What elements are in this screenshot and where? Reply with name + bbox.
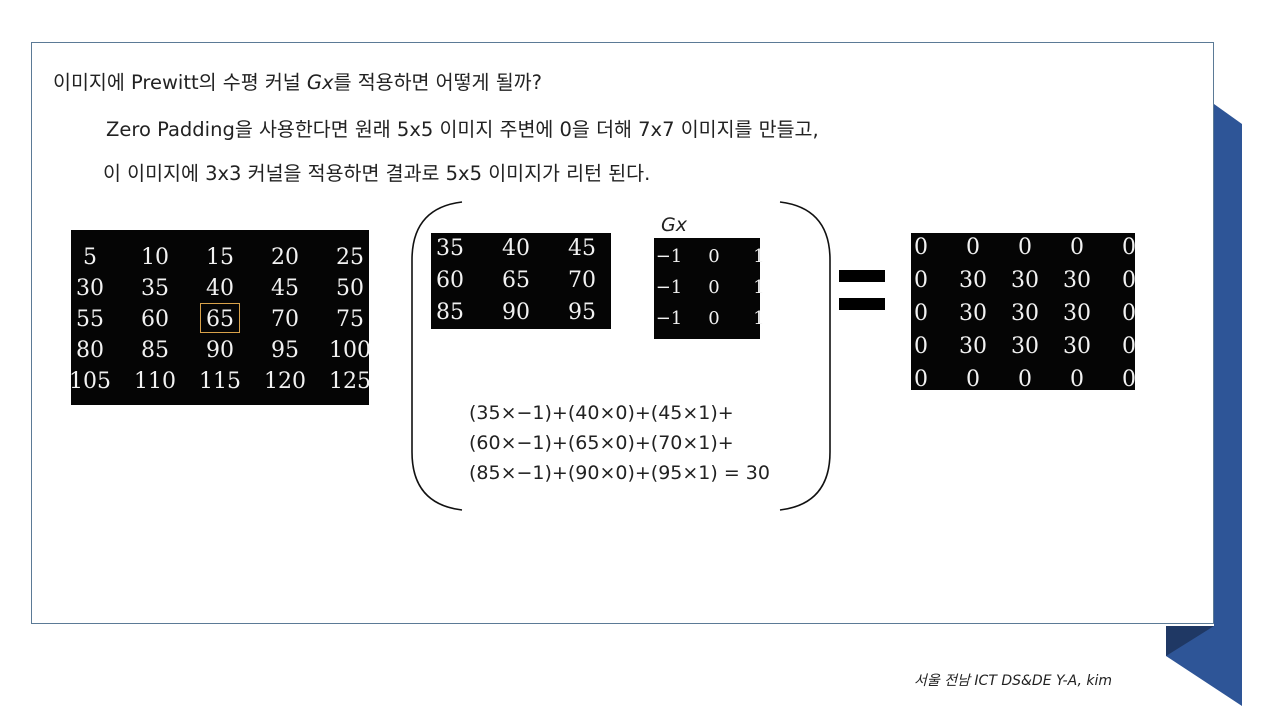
output-matrix-cell: 30	[1063, 334, 1091, 359]
output-matrix-cell: 30	[959, 334, 987, 359]
calculation-line-3: (85×−1)+(90×0)+(95×1) = 30	[469, 462, 770, 484]
output-matrix-cell: 0	[1122, 268, 1136, 293]
description-line-1: Zero Padding을 사용한다면 원래 5x5 이미지 주변에 0을 더해…	[106, 118, 819, 141]
input-matrix-cell: 110	[134, 369, 176, 394]
output-matrix-cell: 0	[914, 268, 928, 293]
calculation-block: (35×−1)+(40×0)+(45×1)+ (60×−1)+(65×0)+(7…	[469, 398, 770, 488]
input-matrix-cell: 105	[69, 369, 111, 394]
output-matrix-cell: 30	[959, 268, 987, 293]
input-matrix-cell: 55	[76, 307, 104, 332]
input-matrix-cell: 60	[141, 307, 169, 332]
input-matrix-cell: 5	[83, 245, 97, 270]
input-matrix-cell: 125	[329, 369, 371, 394]
input-matrix-cell: 50	[336, 276, 364, 301]
input-matrix-cell: 15	[206, 245, 234, 270]
output-matrix-cell: 30	[1063, 301, 1091, 326]
kernel-matrix-cell: 0	[708, 246, 720, 267]
kernel-matrix-cell: −1	[655, 246, 683, 267]
output-matrix-cell: 0	[1122, 301, 1136, 326]
output-matrix-cell: 0	[1122, 235, 1136, 260]
kernel-label: Gx	[661, 214, 687, 236]
center-cell-highlight	[200, 303, 240, 333]
input-matrix-cell: 80	[76, 338, 104, 363]
patch-matrix-cell: 90	[502, 300, 530, 325]
calculation-line-2: (60×−1)+(65×0)+(70×1)+	[469, 432, 734, 454]
input-matrix-cell: 10	[141, 245, 169, 270]
patch-matrix-cell: 95	[568, 300, 596, 325]
output-image-matrix: 0 0 0 0 0 0 30 30 30 0 0 30 30 30 0 0 30 30 30 0 0 0 0 0 0	[911, 233, 1136, 392]
description-line-2: 이 이미지에 3x3 커널을 적용하면 결과로 5x5 이미지가 리턴 된다.	[103, 162, 651, 185]
output-matrix-cell: 0	[1122, 367, 1136, 392]
output-matrix-cell: 30	[1011, 334, 1039, 359]
input-matrix-cell: 115	[199, 369, 241, 394]
output-matrix-cell: 0	[914, 235, 928, 260]
kernel-matrix-cell: 0	[708, 308, 720, 329]
output-matrix-cell: 30	[1063, 268, 1091, 293]
input-matrix-cell: 45	[271, 276, 299, 301]
output-matrix-cell: 30	[959, 301, 987, 326]
kernel-matrix: −1 0 1 −1 0 1 −1 0 1	[654, 238, 765, 339]
input-matrix-cell: 35	[141, 276, 169, 301]
output-matrix-cell: 0	[1070, 367, 1084, 392]
input-matrix-cell: 20	[271, 245, 299, 270]
kernel-matrix-cell: −1	[655, 308, 683, 329]
input-matrix-cell: 120	[264, 369, 306, 394]
title-text-c: 를 적용하면 어떻게 될까?	[333, 71, 542, 94]
equals-sign-bottom-bar	[839, 298, 885, 310]
title-line: 이미지에 Prewitt의 수평 커널 Gx를 적용하면 어떻게 될까?	[53, 66, 542, 95]
patch-matrix-cell: 65	[502, 268, 530, 293]
output-matrix-cell: 0	[1018, 367, 1032, 392]
output-matrix-cell: 0	[1018, 235, 1032, 260]
input-matrix-cell: 100	[329, 338, 371, 363]
equals-sign-top-bar	[839, 270, 885, 282]
patch-matrix-cell: 40	[502, 236, 530, 261]
input-matrix-cell: 25	[336, 245, 364, 270]
input-matrix-cell: 75	[336, 307, 364, 332]
input-matrix-cell: 95	[271, 338, 299, 363]
output-matrix-cell: 30	[1011, 268, 1039, 293]
input-matrix-cell: 30	[76, 276, 104, 301]
input-matrix-cell: 90	[206, 338, 234, 363]
title-text-a: 이미지에 Prewitt의 수평 커널	[53, 71, 307, 94]
footer-credit: 서울 전남 ICT DS&DE Y-A, kim	[914, 673, 1113, 689]
input-matrix-cell: 70	[271, 307, 299, 332]
output-matrix-cell: 0	[966, 367, 980, 392]
input-matrix-cell: 40	[206, 276, 234, 301]
output-matrix-cell: 0	[914, 334, 928, 359]
patch-matrix-cell: 45	[568, 236, 596, 261]
input-matrix-cell: 85	[141, 338, 169, 363]
output-matrix-cell: 0	[1122, 334, 1136, 359]
calculation-line-1: (35×−1)+(40×0)+(45×1)+	[469, 402, 734, 424]
output-matrix-cell: 30	[1011, 301, 1039, 326]
output-matrix-cell: 0	[966, 235, 980, 260]
kernel-matrix-cell: −1	[655, 277, 683, 298]
left-parenthesis	[411, 201, 463, 511]
output-matrix-cell: 0	[914, 301, 928, 326]
output-matrix-cell: 0	[914, 367, 928, 392]
input-image-matrix: 5 10 15 20 25 30 35 40 45 50 55 60 65 70 75 80 85 90 95 100…	[69, 230, 371, 405]
kernel-matrix-cell: 0	[708, 277, 720, 298]
output-matrix-cell: 0	[1070, 235, 1084, 260]
right-parenthesis	[779, 201, 831, 511]
patch-matrix-cell: 70	[568, 268, 596, 293]
title-kernel-name: Gx	[306, 71, 334, 94]
